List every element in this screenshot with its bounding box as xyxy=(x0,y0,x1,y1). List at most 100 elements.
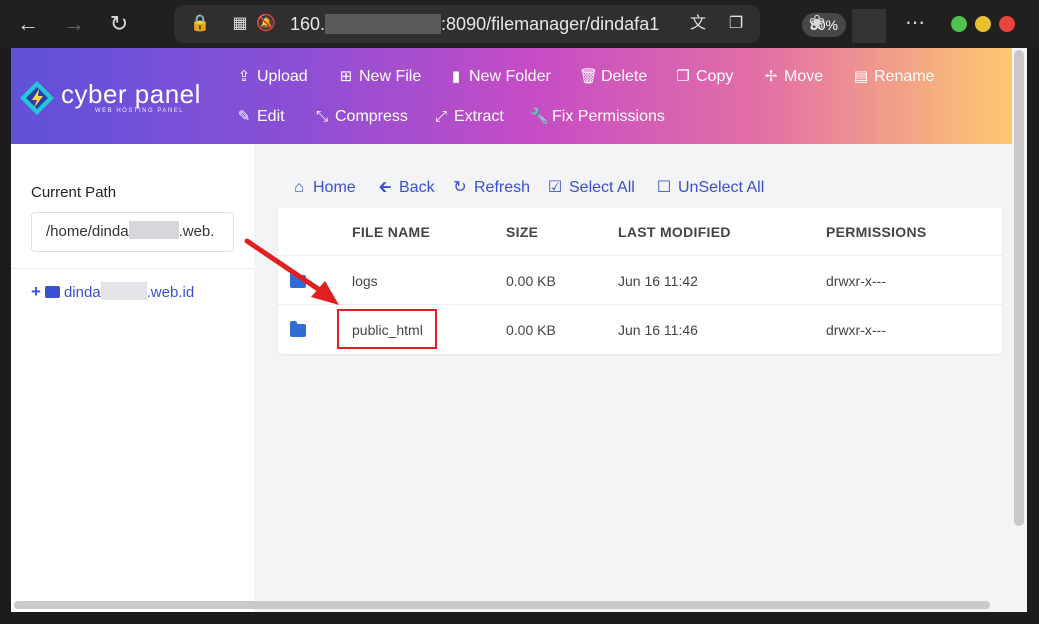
tree-redaction xyxy=(100,282,147,300)
rename-button[interactable]: ▤ Rename xyxy=(852,65,935,89)
bookmark-icon[interactable]: ❐ xyxy=(726,14,746,34)
tree-item-domain[interactable]: + dinda .web.id xyxy=(31,282,194,302)
trash-icon: 🗑 xyxy=(579,68,599,85)
edit-label: Edit xyxy=(257,108,285,125)
logo-subtitle: WEB HOSTING PANEL xyxy=(95,108,185,114)
horizontal-scrollbar[interactable] xyxy=(14,601,990,609)
edit-button[interactable]: ✎ Edit xyxy=(235,105,285,129)
empty-box-icon: ☐ xyxy=(656,179,672,196)
row-divider xyxy=(278,304,1002,305)
new-file-button[interactable]: ⊞ New File xyxy=(337,65,422,89)
header-file-name[interactable]: FILE NAME xyxy=(352,224,430,240)
delete-button[interactable]: 🗑 Delete xyxy=(579,65,647,89)
unselect-all-link[interactable]: ☐ UnSelect All xyxy=(654,176,764,200)
compress-label: Compress xyxy=(335,108,408,125)
tree-suffix: .web.id xyxy=(146,284,195,301)
move-label: Move xyxy=(784,68,824,85)
folder-icon xyxy=(290,321,306,337)
forward-arrow-icon[interactable]: → xyxy=(60,10,88,38)
translate-icon[interactable]: 文 xyxy=(688,14,708,34)
header-permissions[interactable]: PERMISSIONS xyxy=(826,224,927,240)
select-all-link[interactable]: ☑ Select All xyxy=(545,176,635,200)
back-label: Back xyxy=(399,179,435,196)
file-name[interactable]: logs xyxy=(352,273,378,289)
new-folder-button[interactable]: ▮ New Folder xyxy=(447,65,551,89)
minimize-dot-icon[interactable] xyxy=(951,16,967,32)
file-permissions: drwxr-x--- xyxy=(826,273,886,289)
copy-button[interactable]: ❐ Copy xyxy=(674,65,733,89)
current-path-input[interactable]: /home/dinda .web. xyxy=(31,212,234,252)
home-link[interactable]: ⌂ Home xyxy=(289,176,356,200)
header-divider xyxy=(278,255,1002,256)
file-permissions: drwxr-x--- xyxy=(826,322,886,338)
vertical-scrollbar[interactable] xyxy=(1014,50,1024,526)
move-arrows-icon: ✢ xyxy=(764,68,778,85)
url-redaction xyxy=(325,14,442,34)
left-arrow-icon: 🡰 xyxy=(378,179,392,196)
sidebar: Current Path /home/dinda .web. + dinda .web… xyxy=(11,144,254,613)
logo-text: cyber panel xyxy=(61,79,201,109)
file-size: 0.00 KB xyxy=(506,322,556,338)
file-text-icon: ▤ xyxy=(853,68,869,85)
reload-icon[interactable]: ↻ xyxy=(105,10,133,38)
annotation-highlight-box xyxy=(337,309,437,349)
annotation-arrow-icon xyxy=(244,238,339,305)
file-table: FILE NAME SIZE LAST MODIFIED PERMISSIONS… xyxy=(278,208,1002,354)
site-info-icon[interactable]: ▦ xyxy=(230,14,250,34)
tree-prefix: dinda xyxy=(63,284,101,301)
profile-avatar[interactable] xyxy=(852,9,886,43)
expand-plus-icon[interactable]: + xyxy=(31,282,41,301)
unselect-all-label: UnSelect All xyxy=(678,179,765,196)
wrench-icon: 🔧 xyxy=(530,108,549,125)
address-bar[interactable]: 🔒 ▦ 🔕 160.:8090/filemanager/dindafa1 80%… xyxy=(174,5,846,43)
compress-icon: ⤡ xyxy=(315,108,328,125)
back-link[interactable]: 🡰 Back xyxy=(375,176,435,200)
back-arrow-icon[interactable]: ← xyxy=(14,10,42,38)
path-redaction xyxy=(128,221,179,239)
expand-icon: ⤢ xyxy=(434,108,447,125)
select-all-label: Select All xyxy=(569,179,635,196)
move-button[interactable]: ✢ Move xyxy=(762,65,823,89)
file-manager-header: cyber panel WEB HOSTING PANEL ⇪ Upload ⊞ N… xyxy=(11,48,1012,144)
extract-label: Extract xyxy=(454,108,504,125)
copy-icon: ❐ xyxy=(676,68,690,85)
refresh-link[interactable]: ↻ Refresh xyxy=(450,176,530,200)
notifications-off-icon[interactable]: 🔕 xyxy=(256,14,276,34)
extract-button[interactable]: ⤢ Extract xyxy=(432,105,504,129)
url-prefix: 160. xyxy=(290,14,326,34)
cyberpanel-logo[interactable]: cyber panel WEB HOSTING PANEL xyxy=(19,76,209,120)
header-size[interactable]: SIZE xyxy=(506,224,538,240)
refresh-label: Refresh xyxy=(474,179,531,196)
rename-label: Rename xyxy=(874,68,935,85)
checked-box-icon: ☑ xyxy=(547,179,563,196)
delete-label: Delete xyxy=(601,68,648,85)
browser-toolbar: ← → ↻ 🔒 ▦ 🔕 160.:8090/filemanager/dindaf… xyxy=(0,0,1039,48)
url-text[interactable]: 160.:8090/filemanager/dindafa1 xyxy=(290,14,800,35)
close-dot-icon[interactable] xyxy=(999,16,1015,32)
plus-square-icon: ⊞ xyxy=(339,68,353,85)
maximize-dot-icon[interactable] xyxy=(975,16,991,32)
taskbar-strip xyxy=(0,612,1039,624)
page-viewport: cyber panel WEB HOSTING PANEL ⇪ Upload ⊞ N… xyxy=(11,48,1027,613)
upload-button[interactable]: ⇪ Upload xyxy=(235,65,308,89)
file-size: 0.00 KB xyxy=(506,273,556,289)
edit-icon: ✎ xyxy=(237,108,251,125)
sidebar-divider xyxy=(11,268,254,269)
cyberpanel-logo-icon xyxy=(20,81,54,115)
file-modified: Jun 16 11:46 xyxy=(618,322,698,338)
header-last-modified[interactable]: LAST MODIFIED xyxy=(618,224,731,240)
lock-icon[interactable]: 🔒 xyxy=(190,14,210,34)
new-folder-label: New Folder xyxy=(469,68,551,85)
extensions-icon[interactable]: ❀ xyxy=(804,10,830,36)
upload-label: Upload xyxy=(257,68,308,85)
path-prefix: /home/dinda xyxy=(46,223,129,240)
fix-permissions-button[interactable]: 🔧 Fix Permissions xyxy=(530,105,665,129)
copy-label: Copy xyxy=(696,68,734,85)
compress-button[interactable]: ⤡ Compress xyxy=(313,105,408,129)
file-modified: Jun 16 11:42 xyxy=(618,273,698,289)
refresh-icon: ↻ xyxy=(453,179,467,196)
upload-icon: ⇪ xyxy=(237,68,251,85)
folder-icon: ▮ xyxy=(451,68,461,85)
current-path-label: Current Path xyxy=(31,184,117,201)
more-menu-icon[interactable]: ⋯ xyxy=(902,10,928,36)
